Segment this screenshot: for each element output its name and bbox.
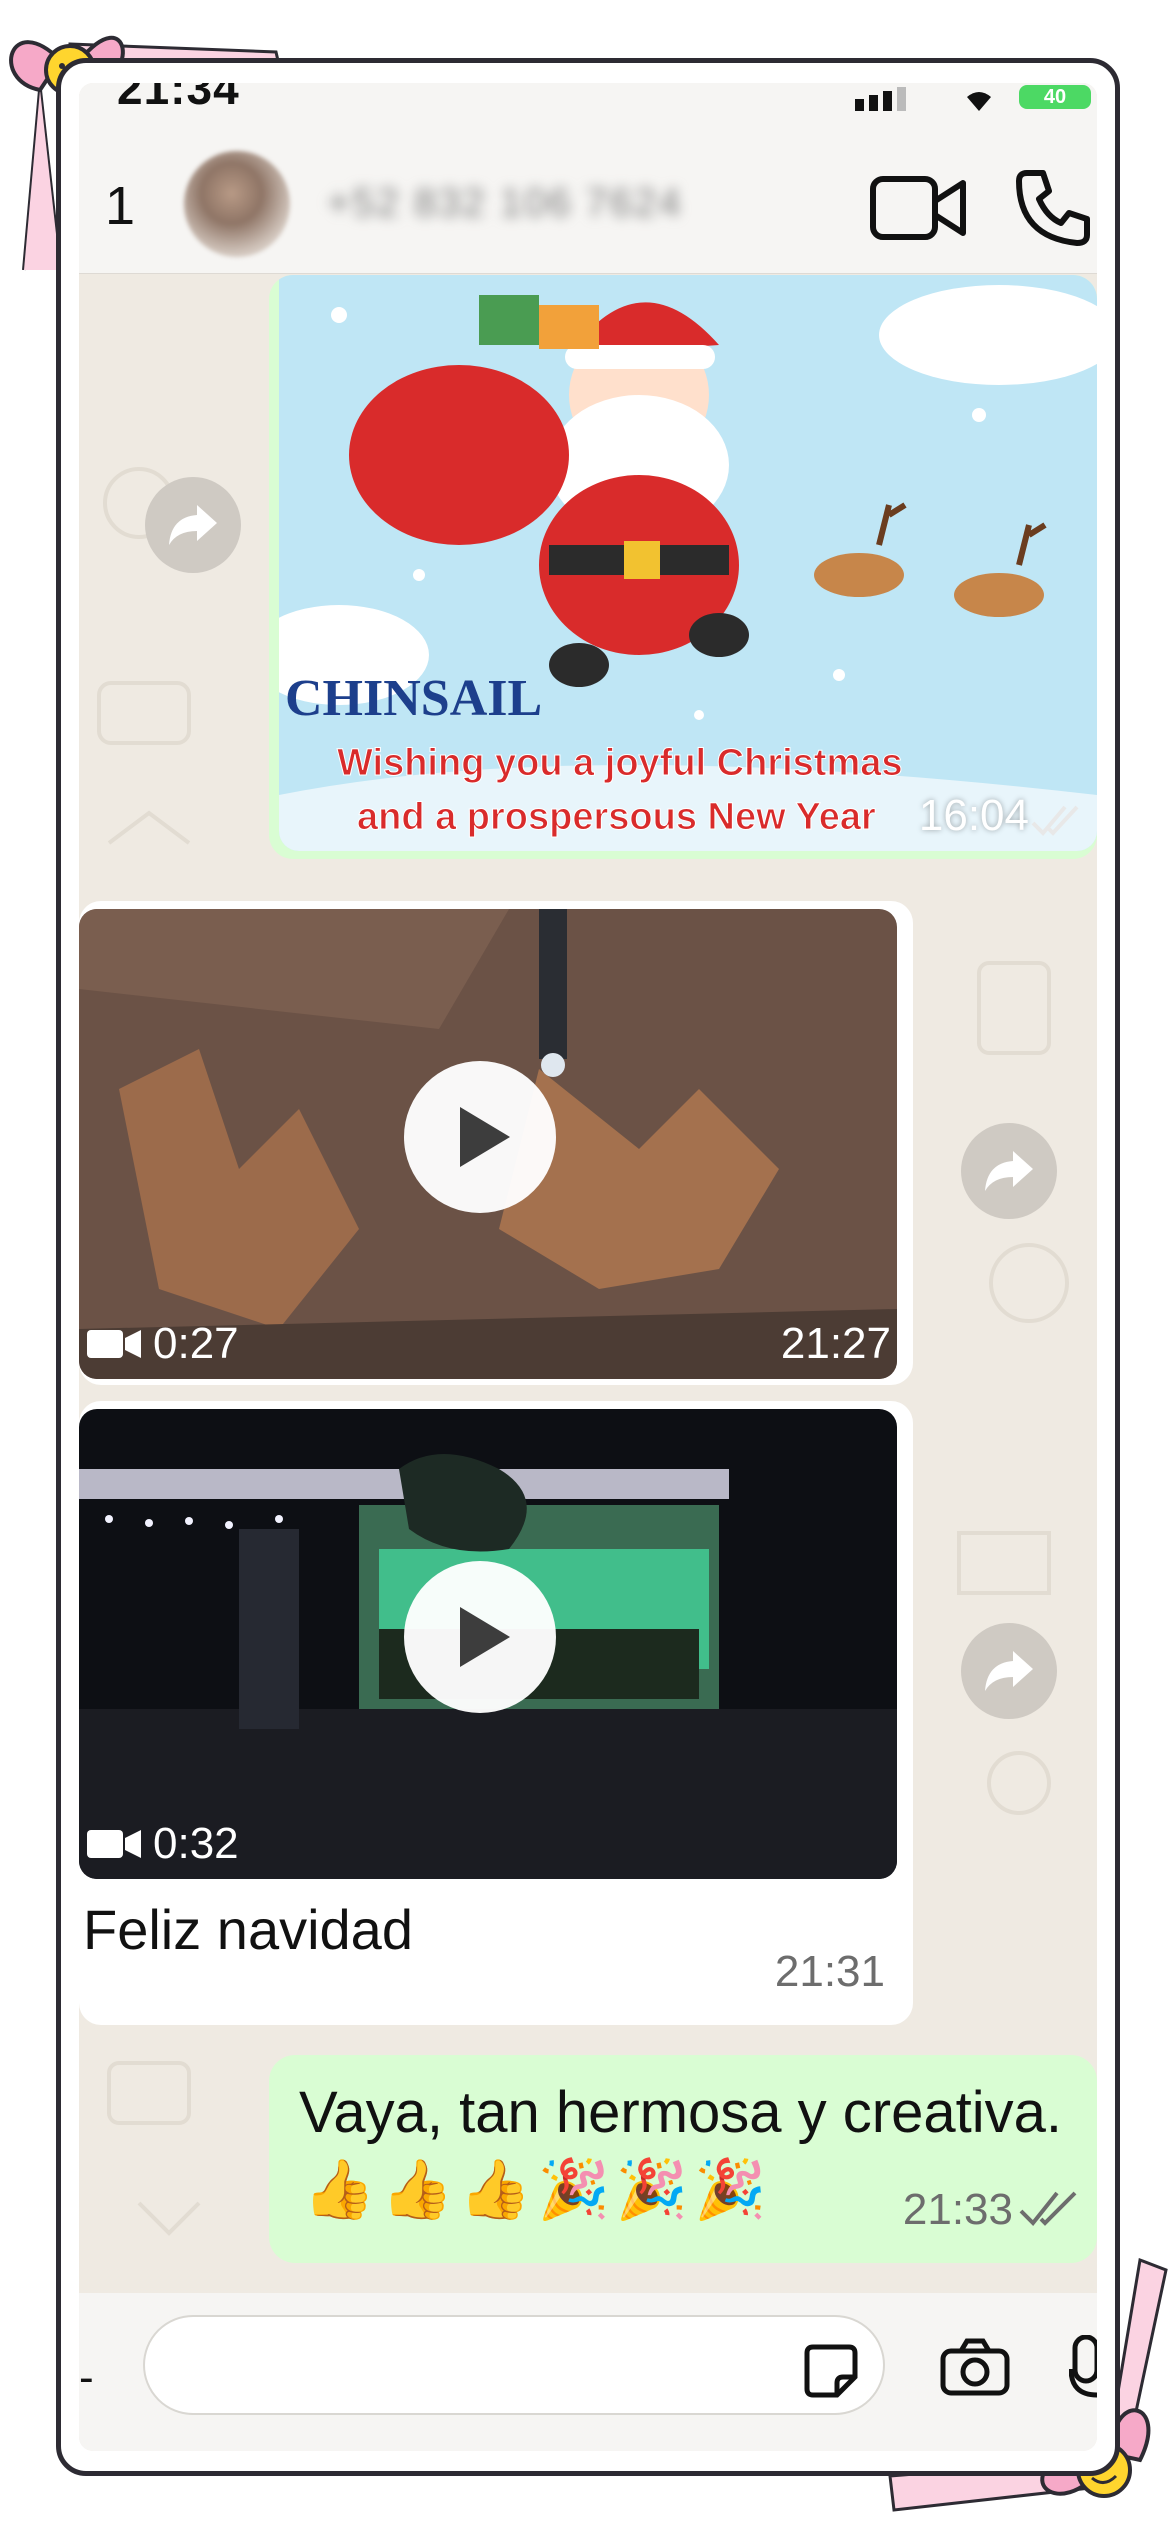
message-time: 21:27 [780,1319,891,1368]
forward-icon [985,1151,1033,1191]
play-button[interactable] [404,1061,556,1213]
message-time: 21:33 [902,2185,1013,2234]
double-check-icon [1019,2191,1077,2226]
attach-button[interactable]: - [79,2353,94,2403]
sticker-icon[interactable] [803,2343,859,2399]
chat-screen: 21:34 40 1 +52 832 106 7624 CHINSAIL Wis… [79,83,1097,2451]
message-video-incoming[interactable]: 0:27 21:27 [79,901,913,1385]
composer-bar: - [79,2293,1097,2451]
message-text-outgoing[interactable]: Vaya, tan hermosa y creativa. 👍👍👍🎉🎉🎉 21:… [269,2055,1097,2263]
battery-indicator: 40 [1019,85,1091,109]
forward-button[interactable] [145,477,241,573]
play-button[interactable] [404,1561,556,1713]
message-video-incoming[interactable]: 0:32 Feliz navidad 21:31 [79,1401,913,2025]
video-duration: 0:32 [87,1819,239,1869]
card-line1: Wishing you a joyful Christmas [337,742,903,784]
video-call-icon[interactable] [869,173,969,243]
avatar[interactable] [184,151,290,257]
forward-button[interactable] [961,1623,1057,1719]
card-line2: and a prospersous New Year [357,796,876,838]
card-brand: CHINSAIL [285,670,542,727]
video-camera-icon [87,1830,141,1858]
forward-button[interactable] [961,1123,1057,1219]
status-time: 21:34 [117,83,240,114]
back-button[interactable]: 1 [105,175,135,237]
mic-icon[interactable] [1069,2335,1097,2407]
voice-call-icon[interactable] [1013,167,1093,247]
message-text: Vaya, tan hermosa y creativa. [299,2080,1062,2145]
chat-header: 1 +52 832 106 7624 [79,123,1097,274]
status-bar: 21:34 40 [79,83,1097,123]
forward-icon [985,1651,1033,1691]
message-emojis: 👍👍👍🎉🎉🎉 [303,2157,773,2222]
message-caption: Feliz navidad [83,1898,413,1961]
message-image-outgoing[interactable]: CHINSAIL Wishing you a joyful Christmas … [269,275,1097,859]
play-icon [460,1607,510,1667]
camera-icon[interactable] [939,2337,1011,2397]
video-duration: 0:27 [87,1319,239,1369]
phone-frame: 21:34 40 1 +52 832 106 7624 CHINSAIL Wis… [56,58,1120,2476]
double-check-icon [1031,805,1079,836]
forward-icon [169,505,217,545]
video-camera-icon [87,1330,141,1358]
signal-icon [855,87,906,111]
christmas-card-image: CHINSAIL Wishing you a joyful Christmas … [279,275,1097,851]
wifi-icon [967,92,991,111]
message-input[interactable] [143,2315,885,2415]
contact-name[interactable]: +52 832 106 7624 [327,181,683,226]
message-time: 16:04 [918,791,1029,840]
message-time: 21:31 [774,1947,885,1996]
play-icon [460,1107,510,1167]
